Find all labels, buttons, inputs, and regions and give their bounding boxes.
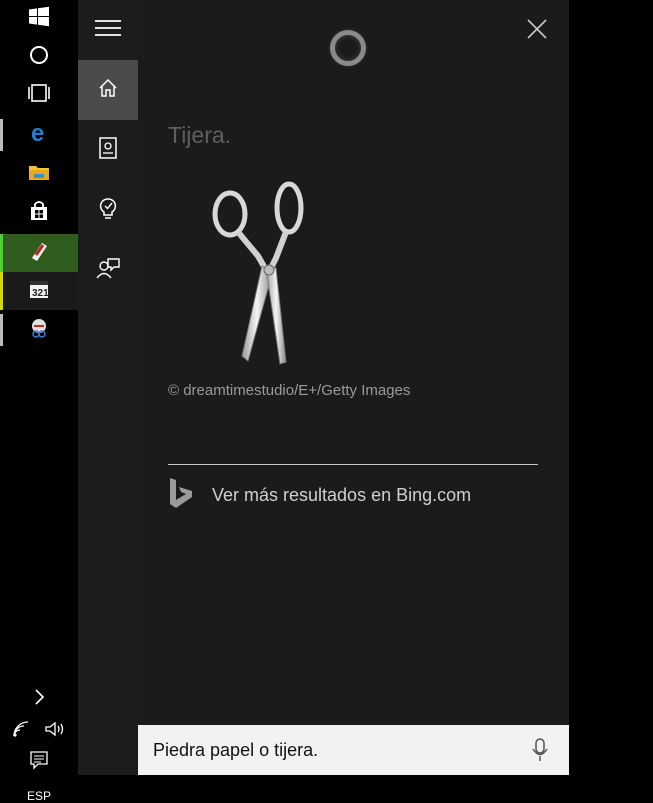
taskbar: e 321 ESP	[0, 0, 78, 803]
home-icon	[98, 78, 118, 103]
close-icon	[526, 18, 548, 45]
notification-message-icon	[29, 750, 49, 775]
store-bag-icon	[28, 200, 50, 227]
cortana-circle-icon	[29, 45, 49, 70]
notebook-icon	[98, 136, 118, 164]
show-hidden-icons-button[interactable]	[0, 686, 78, 712]
taskbar-app-media-1[interactable]	[0, 234, 78, 272]
microphone-icon	[532, 738, 548, 766]
cortana-taskbar-button[interactable]	[0, 38, 78, 76]
taskbar-app-calendar[interactable]: 321	[0, 272, 78, 310]
snipping-app-icon	[28, 317, 50, 344]
start-button[interactable]	[0, 0, 78, 38]
hamburger-icon	[95, 19, 121, 42]
divider	[168, 464, 538, 465]
cortana-panel: Tijera. © dreamtimestudio/E+/Getty Image…	[138, 0, 569, 725]
see-more-bing-label: Ver más resultados en Bing.com	[212, 484, 472, 505]
nav-notebook-button[interactable]	[78, 120, 138, 180]
active-indicator	[0, 272, 3, 310]
calendar-app-icon: 321	[28, 278, 50, 305]
taskbar-app-store[interactable]	[0, 194, 78, 232]
windows-logo-icon	[28, 6, 50, 33]
system-tray	[0, 718, 78, 744]
network-wifi-icon[interactable]	[12, 720, 32, 743]
chevron-right-icon	[32, 687, 46, 712]
taskbar-app-file-explorer[interactable]	[0, 155, 78, 193]
nav-feedback-button[interactable]	[78, 240, 138, 300]
nav-reminders-button[interactable]	[78, 180, 138, 240]
search-input[interactable]	[153, 725, 513, 775]
microphone-button[interactable]	[532, 738, 548, 767]
folder-icon	[28, 162, 50, 187]
cortana-ring-icon	[330, 30, 366, 66]
answer-title: Tijera.	[168, 122, 232, 148]
svg-text:e: e	[31, 122, 44, 144]
image-credit: © dreamtimestudio/E+/Getty Images	[168, 382, 411, 399]
action-center-button[interactable]	[0, 750, 78, 774]
close-button[interactable]	[522, 16, 552, 46]
feedback-person-icon	[96, 257, 120, 284]
bing-logo-icon	[168, 477, 194, 514]
nav-home-button[interactable]	[78, 60, 138, 120]
task-view-icon	[27, 83, 51, 108]
see-more-bing-link[interactable]: Ver más resultados en Bing.com	[168, 477, 472, 514]
running-indicator	[0, 314, 3, 346]
taskbar-app-edge[interactable]: e	[0, 116, 78, 154]
svg-text:321: 321	[32, 288, 49, 299]
media-app-icon	[28, 240, 50, 267]
edge-icon: e	[28, 120, 50, 149]
task-view-button[interactable]	[0, 76, 78, 114]
hamburger-menu-button[interactable]	[78, 0, 138, 60]
running-indicator	[0, 119, 3, 151]
search-box	[138, 725, 569, 775]
scissors-image	[206, 176, 316, 366]
active-indicator	[0, 234, 3, 272]
taskbar-app-snipping[interactable]	[0, 311, 78, 349]
lightbulb-check-icon	[98, 197, 118, 224]
volume-icon[interactable]	[44, 720, 66, 743]
cortana-nav-rail	[78, 0, 138, 775]
